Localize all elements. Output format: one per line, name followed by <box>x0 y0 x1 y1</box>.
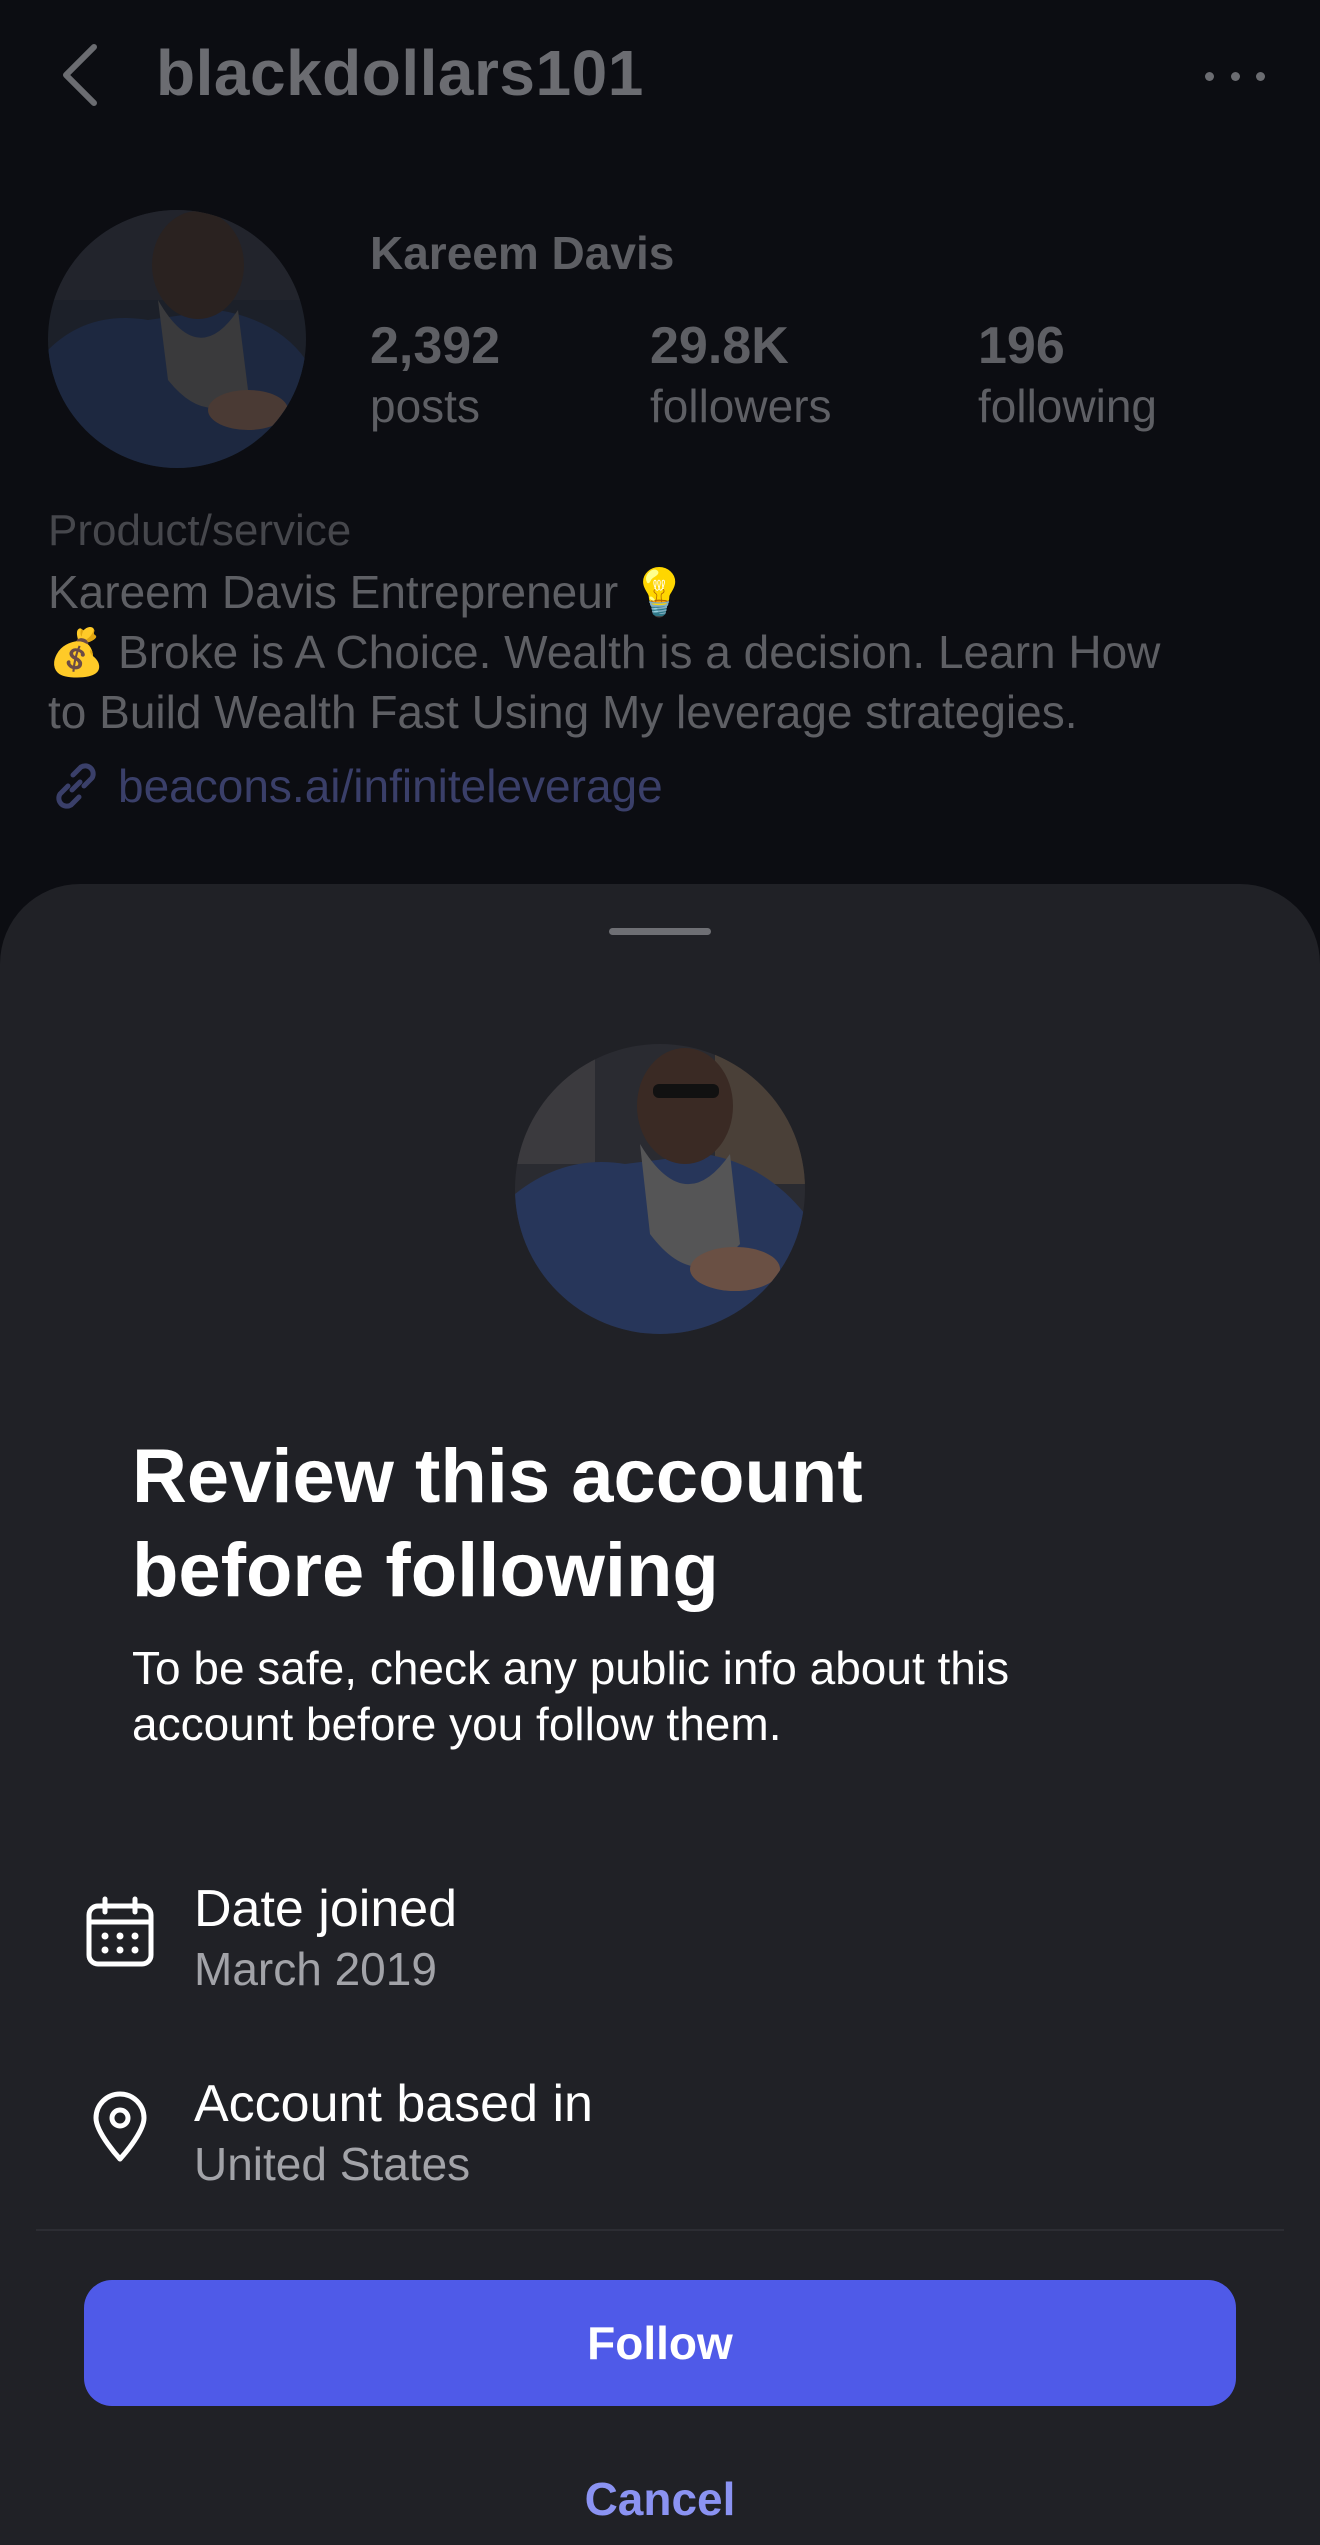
sheet-grabber[interactable] <box>609 928 711 935</box>
profile-link[interactable]: beacons.ai/infiniteleverage <box>48 758 663 814</box>
profile-bio: Kareem Davis Entrepreneur 💡 💰 Broke is A… <box>48 562 1288 742</box>
stat-label: posts <box>370 380 480 432</box>
info-label: Account based in <box>194 2075 593 2133</box>
stat-value: 196 <box>978 317 1065 375</box>
more-options-button[interactable] <box>1205 56 1265 96</box>
sheet-title-line: before following <box>132 1528 719 1613</box>
back-button[interactable] <box>60 40 110 110</box>
follow-button[interactable]: Follow <box>84 2280 1236 2406</box>
stat-posts[interactable]: 2,392 posts <box>370 316 500 436</box>
sheet-avatar <box>515 1044 805 1334</box>
info-label: Date joined <box>194 1880 458 1938</box>
profile-avatar[interactable] <box>48 210 306 468</box>
calendar-icon <box>84 1892 156 1972</box>
divider <box>36 2229 1284 2231</box>
sheet-title-line: Review this account <box>132 1434 863 1519</box>
chevron-left-icon <box>63 44 97 106</box>
info-date-joined: Date joined March 2019 <box>84 1878 1234 2018</box>
link-icon <box>56 763 96 809</box>
bio-line: Kareem Davis Entrepreneur 💡 <box>48 566 689 618</box>
stat-label: following <box>978 380 1157 432</box>
stat-value: 2,392 <box>370 317 501 375</box>
link-text: beacons.ai/infiniteleverage <box>118 760 663 812</box>
display-name: Kareem Davis <box>370 227 675 279</box>
bio-line: to Build Wealth Fast Using My leverage s… <box>48 686 1078 738</box>
sheet-description-line: To be safe, check any public info about … <box>132 1642 1010 1694</box>
cancel-button[interactable]: Cancel <box>460 2464 860 2534</box>
more-horizontal-icon <box>1205 71 1214 81</box>
info-value: March 2019 <box>194 1943 437 1995</box>
top-bar: blackdollars101 <box>0 0 1320 150</box>
review-account-sheet: Review this account before following To … <box>0 884 1320 2545</box>
stat-label: followers <box>650 380 832 432</box>
sheet-title: Review this account before following <box>132 1430 1192 1618</box>
profile-category: Product/service <box>48 506 352 555</box>
sheet-description: To be safe, check any public info about … <box>132 1640 1212 1752</box>
stat-followers[interactable]: 29.8K followers <box>650 316 832 436</box>
profile-username: blackdollars101 <box>156 37 644 109</box>
info-value: United States <box>194 2138 471 2190</box>
sheet-description-line: account before you follow them. <box>132 1698 782 1750</box>
info-account-based-in: Account based in United States <box>84 2073 1234 2213</box>
location-pin-icon <box>84 2087 156 2167</box>
stat-following[interactable]: 196 following <box>978 316 1157 436</box>
stat-value: 29.8K <box>650 317 789 375</box>
bio-line: 💰 Broke is A Choice. Wealth is a decisio… <box>48 626 1161 678</box>
